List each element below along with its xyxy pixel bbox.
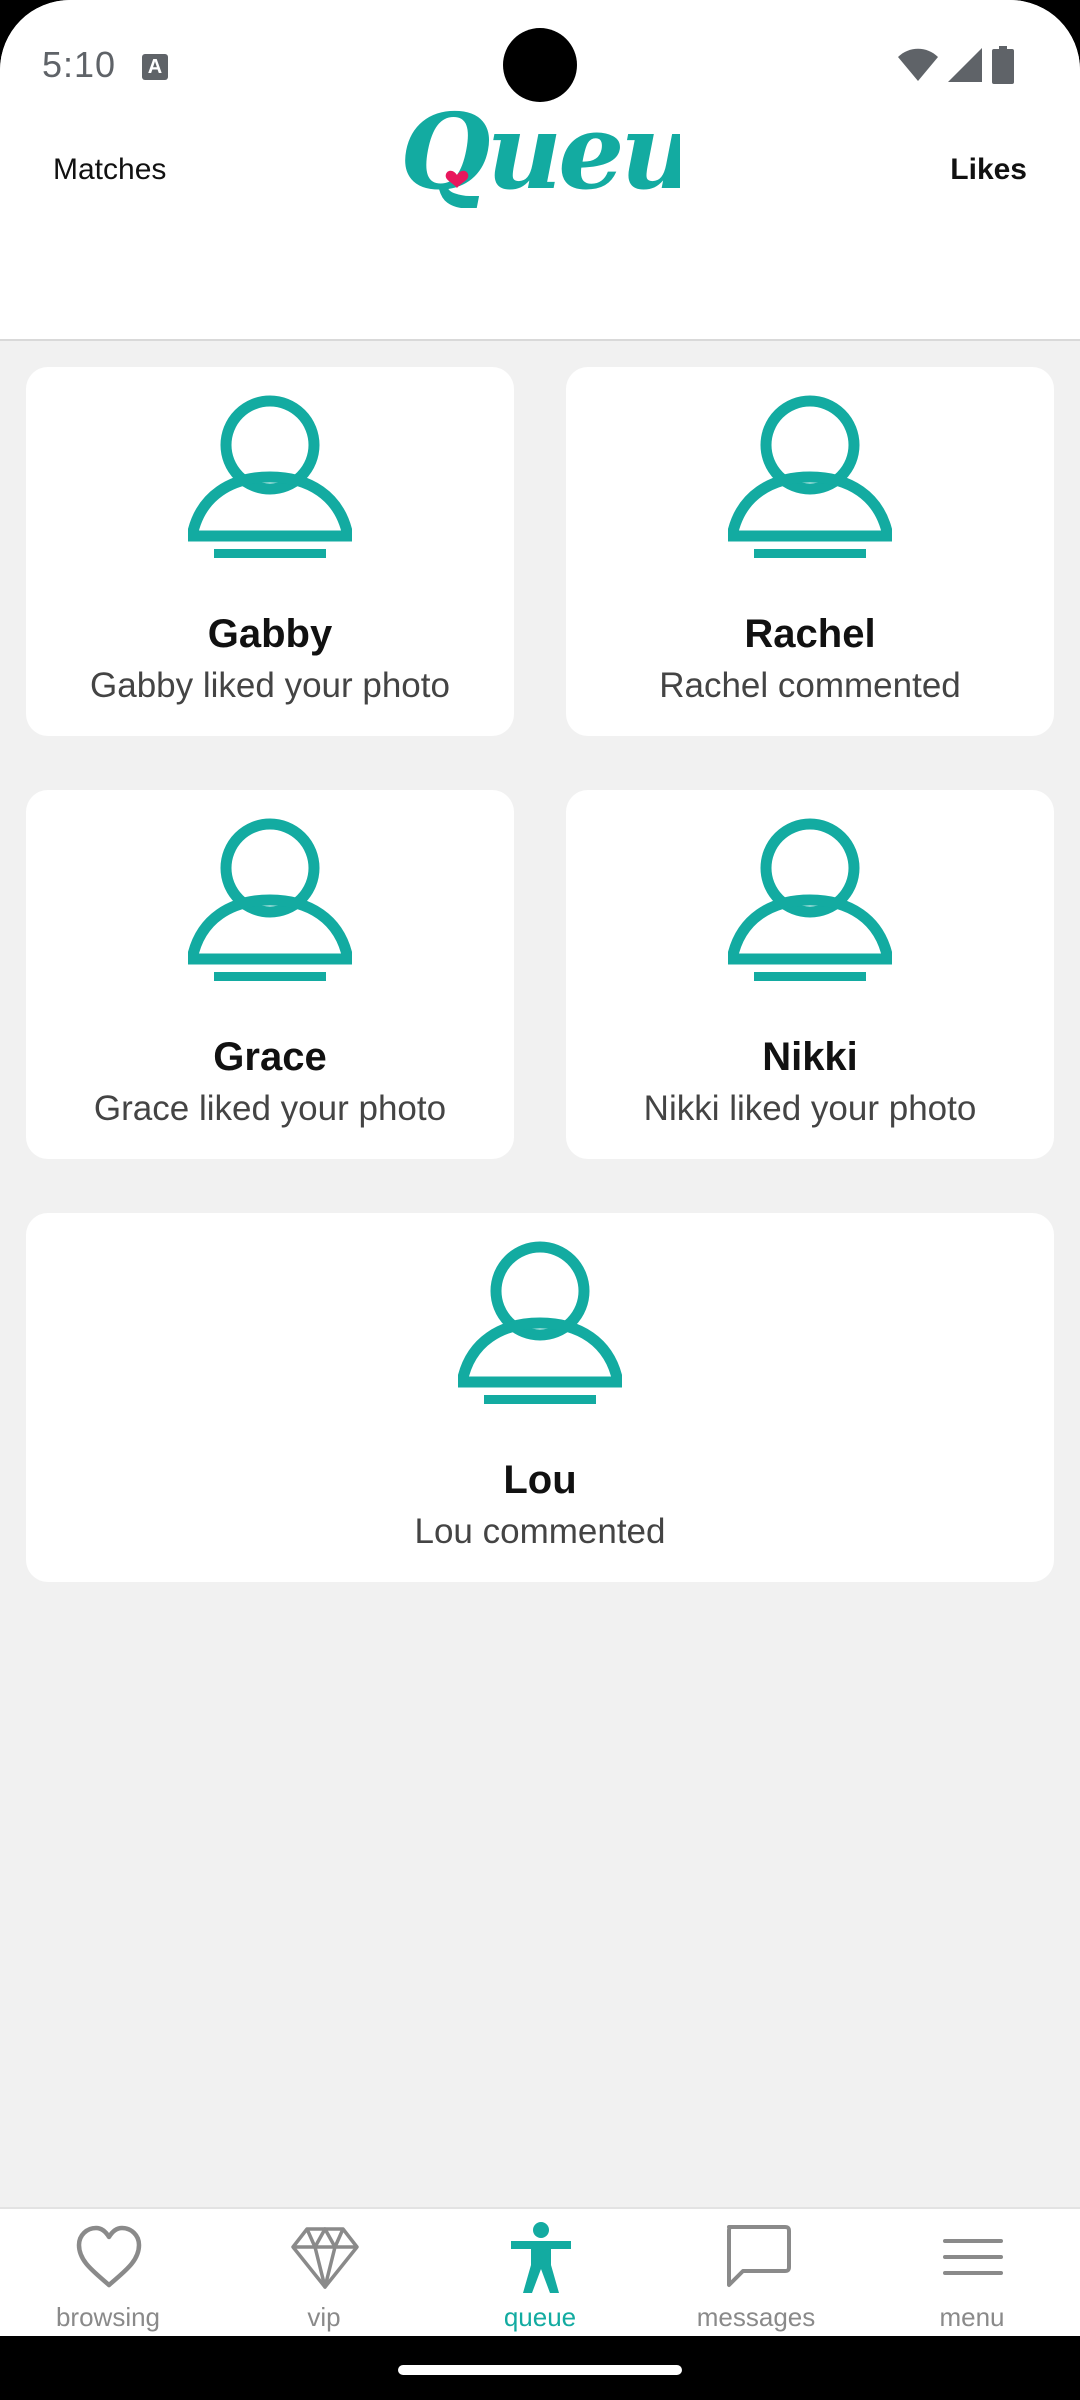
nav-menu[interactable]: menu [864,2209,1080,2336]
card-name: Lou [503,1458,577,1502]
chat-bubble-icon [727,2225,791,2287]
tab-likes[interactable]: Likes [950,153,1027,187]
nav-label: vip [307,2302,341,2332]
app-screen: 5:10 A Matches Queue Likes Gabby [0,0,1080,2336]
logo-text: Queue [400,90,680,208]
card-name: Gabby [207,612,333,656]
heart-icon [76,2225,142,2288]
nav-label: queue [503,2302,577,2332]
card-activity: Rachel commented [659,666,961,705]
bottom-nav: browsing vip queue messages menu [0,2207,1080,2336]
nav-vip[interactable]: vip [216,2209,432,2336]
avatar-placeholder-icon [188,395,352,558]
nav-queue[interactable]: queue [432,2209,648,2336]
a-icon: A [142,54,168,80]
nav-browsing[interactable]: browsing [0,2209,216,2336]
diamond-icon [291,2227,359,2289]
card-activity: Nikki liked your photo [643,1089,977,1128]
queue-logo: Queue [400,90,680,208]
like-card-gabby[interactable]: Gabby Gabby liked your photo [26,367,514,736]
signal-icon [948,48,982,82]
nav-label: menu [939,2302,1005,2332]
person-icon [511,2222,571,2293]
card-activity: Grace liked your photo [93,1089,447,1128]
card-name: Grace [213,1035,327,1079]
nav-label: messages [696,2302,816,2332]
gesture-bar[interactable] [398,2365,682,2375]
card-activity: Lou commented [414,1512,666,1551]
like-card-grace[interactable]: Grace Grace liked your photo [26,790,514,1159]
card-name: Rachel [744,612,876,656]
like-card-nikki[interactable]: Nikki Nikki liked your photo [566,790,1054,1159]
hamburger-icon [943,2239,1003,2275]
avatar-placeholder-icon [728,818,892,981]
tab-matches[interactable]: Matches [53,153,166,187]
card-name: Nikki [762,1035,858,1079]
nav-label: browsing [55,2302,161,2332]
wifi-icon [898,48,938,81]
card-activity: Gabby liked your photo [90,666,450,705]
like-card-lou[interactable]: Lou Lou commented [26,1213,1054,1582]
battery-icon [992,46,1014,84]
avatar-placeholder-icon [188,818,352,981]
status-time: 5:10 [42,44,117,85]
nav-messages[interactable]: messages [648,2209,864,2336]
avatar-placeholder-icon [458,1241,622,1404]
status-icons [898,46,1014,84]
like-card-rachel[interactable]: Rachel Rachel commented [566,367,1054,736]
avatar-placeholder-icon [728,395,892,558]
